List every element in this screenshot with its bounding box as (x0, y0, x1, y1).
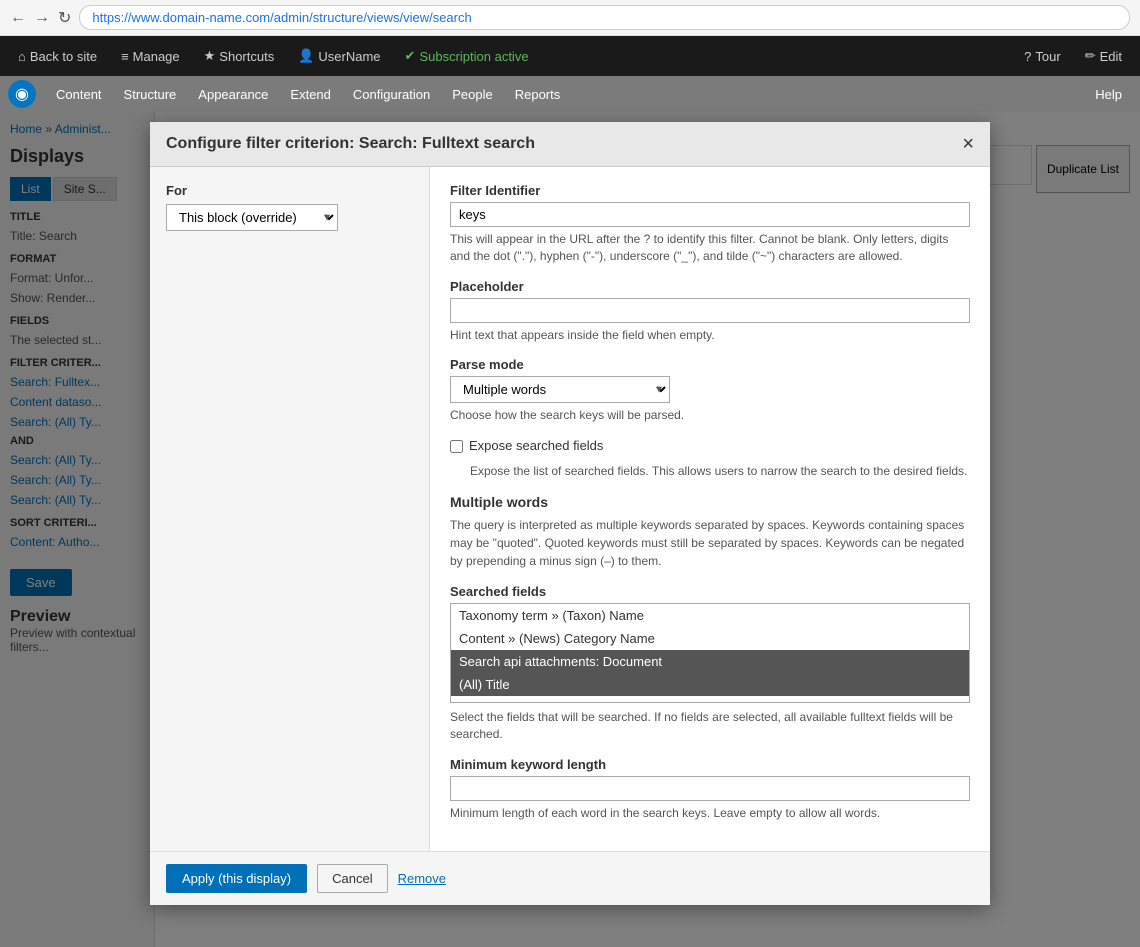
menu-people[interactable]: People (442, 76, 502, 112)
placeholder-hint: Hint text that appears inside the field … (450, 327, 970, 344)
modal-right-inner: Filter Identifier This will appear in th… (430, 167, 990, 851)
searched-fields-listbox-wrapper: Taxonomy term » (Taxon) Name Content » (… (450, 603, 970, 703)
url-path: /admin/structure/views/view/search (270, 10, 472, 25)
multiple-words-text: The query is interpreted as multiple key… (450, 516, 970, 570)
modal-footer: Apply (this display) Cancel Remove (150, 851, 990, 905)
cancel-button[interactable]: Cancel (317, 864, 387, 893)
for-select-wrapper: This block (override) (166, 204, 338, 231)
for-select[interactable]: This block (override) (166, 204, 338, 231)
menu-people-label: People (452, 87, 492, 102)
manage-icon: ≡ (121, 49, 129, 64)
min-keyword-hint: Minimum length of each word in the searc… (450, 805, 970, 822)
searched-fields-listbox[interactable]: Taxonomy term » (Taxon) Name Content » (… (451, 604, 969, 702)
back-to-site[interactable]: ⌂ Back to site (8, 36, 107, 76)
drupal-menu: ◉ Content Structure Appearance Extend Co… (0, 76, 1140, 112)
placeholder-input[interactable] (450, 298, 970, 323)
for-label: For (166, 183, 413, 198)
browser-bar: ← → ↻ https://www.domain-name.com/admin/… (0, 0, 1140, 36)
filter-identifier-group: Filter Identifier This will appear in th… (450, 183, 970, 265)
subscription-label: Subscription active (419, 49, 528, 64)
placeholder-label: Placeholder (450, 279, 970, 294)
multiple-words-title: Multiple words (450, 494, 970, 510)
list-item[interactable]: (All) Title (451, 673, 969, 696)
menu-reports-label: Reports (515, 87, 561, 102)
edit-label: Edit (1100, 49, 1122, 64)
username-item[interactable]: 👤 UserName (288, 36, 390, 76)
menu-extend-label: Extend (290, 87, 330, 102)
min-keyword-label: Minimum keyword length (450, 757, 970, 772)
user-icon: 👤 (298, 48, 314, 64)
expose-checkbox-label: Expose searched fields (469, 438, 603, 453)
expose-checkbox-row: Expose searched fields (450, 438, 970, 457)
shortcuts-item[interactable]: ★ Shortcuts (194, 36, 285, 76)
parse-mode-hint: Choose how the search keys will be parse… (450, 407, 970, 424)
menu-reports[interactable]: Reports (505, 76, 571, 112)
url-prefix: https://www.domain-name.com (92, 10, 270, 25)
menu-content-label: Content (56, 87, 102, 102)
filter-identifier-hint: This will appear in the URL after the ? … (450, 231, 970, 265)
modal: Configure filter criterion: Search: Full… (150, 122, 990, 905)
manage-item[interactable]: ≡ Manage (111, 36, 190, 76)
menu-content[interactable]: Content (46, 76, 112, 112)
modal-overlay: Configure filter criterion: Search: Full… (0, 112, 1140, 947)
min-keyword-input[interactable] (450, 776, 970, 801)
parse-mode-group: Parse mode Multiple words Direct input S… (450, 357, 970, 424)
menu-appearance-label: Appearance (198, 87, 268, 102)
manage-label: Manage (133, 49, 180, 64)
expose-hint: Expose the list of searched fields. This… (470, 463, 970, 480)
shortcuts-label: Shortcuts (219, 49, 274, 64)
browser-back-btn[interactable]: ← (10, 9, 26, 27)
remove-link[interactable]: Remove (398, 871, 446, 886)
browser-forward-btn[interactable]: → (34, 9, 50, 27)
menu-help-label: Help (1095, 87, 1122, 102)
min-keyword-group: Minimum keyword length Minimum length of… (450, 757, 970, 822)
list-item[interactable]: Content » (News) Category Name (451, 627, 969, 650)
modal-left-pane: For This block (override) (150, 167, 430, 851)
back-to-site-label: Back to site (30, 49, 97, 64)
menu-extend[interactable]: Extend (280, 76, 340, 112)
multiple-words-section: Multiple words The query is interpreted … (450, 494, 970, 570)
home-icon: ⌂ (18, 49, 26, 64)
star-icon: ★ (204, 48, 216, 64)
menu-configuration-label: Configuration (353, 87, 430, 102)
menu-structure-label: Structure (124, 87, 177, 102)
menu-configuration[interactable]: Configuration (343, 76, 440, 112)
modal-title: Configure filter criterion: Search: Full… (166, 135, 535, 153)
searched-fields-hint: Select the fields that will be searched.… (450, 709, 970, 743)
searched-fields-group: Searched fields Taxonomy term » (Taxon) … (450, 584, 970, 743)
menu-help[interactable]: Help (1085, 76, 1132, 112)
apply-button[interactable]: Apply (this display) (166, 864, 307, 893)
main-content: Home » Administ... Displays List Site S.… (0, 112, 1140, 947)
searched-fields-label: Searched fields (450, 584, 970, 599)
check-icon: ✔ (405, 48, 416, 64)
admin-bar: ⌂ Back to site ≡ Manage ★ Shortcuts 👤 Us… (0, 36, 1140, 76)
username-label: UserName (318, 49, 380, 64)
browser-refresh-btn[interactable]: ↻ (58, 8, 71, 28)
edit-item[interactable]: ✏ Edit (1075, 36, 1132, 76)
modal-close-button[interactable]: × (962, 134, 974, 154)
modal-right-pane[interactable]: Filter Identifier This will appear in th… (430, 167, 990, 851)
tour-label: Tour (1035, 49, 1060, 64)
filter-identifier-input[interactable] (450, 202, 970, 227)
expose-fields-group: Expose searched fields Expose the list o… (450, 438, 970, 480)
list-item[interactable]: Taxonomy term » (Taxon) Name (451, 604, 969, 627)
parse-mode-label: Parse mode (450, 357, 970, 372)
placeholder-group: Placeholder Hint text that appears insid… (450, 279, 970, 344)
pencil-icon: ✏ (1085, 48, 1096, 64)
subscription-item: ✔ Subscription active (395, 36, 539, 76)
modal-body: For This block (override) Filter Identif… (150, 167, 990, 851)
question-icon: ? (1024, 49, 1031, 64)
browser-url-bar[interactable]: https://www.domain-name.com/admin/struct… (79, 5, 1130, 30)
menu-appearance[interactable]: Appearance (188, 76, 278, 112)
menu-structure[interactable]: Structure (114, 76, 187, 112)
expose-checkbox[interactable] (450, 440, 463, 453)
list-item[interactable]: Search api attachments: Document (451, 650, 969, 673)
parse-mode-select[interactable]: Multiple words Direct input Single phras… (450, 376, 670, 403)
parse-mode-select-wrapper: Multiple words Direct input Single phras… (450, 376, 670, 403)
filter-identifier-label: Filter Identifier (450, 183, 970, 198)
modal-header: Configure filter criterion: Search: Full… (150, 122, 990, 167)
tour-item[interactable]: ? Tour (1014, 36, 1071, 76)
drupal-logo: ◉ (8, 80, 36, 108)
